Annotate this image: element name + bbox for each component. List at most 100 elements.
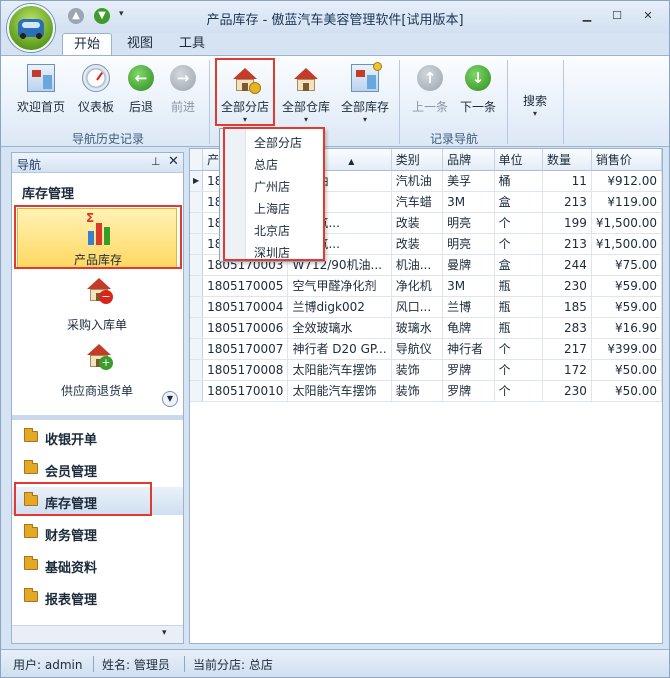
table-cell[interactable]: 11	[542, 170, 592, 192]
table-cell[interactable]: 改装	[391, 233, 444, 255]
table-cell[interactable]: 230	[542, 275, 592, 297]
column-header[interactable]: 数量	[542, 149, 592, 171]
table-cell[interactable]: 172	[542, 359, 592, 381]
all-branches-button[interactable]: 全部分店 ▾	[217, 60, 273, 126]
panel-splitter[interactable]	[12, 415, 183, 420]
table-cell[interactable]: 汽车蜡	[391, 191, 444, 213]
table-cell[interactable]: 龟牌	[442, 317, 495, 339]
table-cell[interactable]: 个	[494, 212, 543, 234]
category-cashier[interactable]: 收银开单	[12, 423, 183, 451]
table-cell[interactable]: ¥912.00	[591, 170, 662, 192]
scroll-down-icon[interactable]: ▼	[162, 391, 178, 407]
table-cell[interactable]: 空气甲醛净化剂	[287, 275, 392, 297]
table-row[interactable]: 1805170010 太阳能汽车摆饰 装饰 罗牌个 230 ¥50.00	[190, 380, 662, 402]
minimize-button[interactable]: ▁	[576, 7, 598, 25]
table-row[interactable]: 1805170007 神行者 D20 GP... 导航仪 神行者个 217 ¥399.00	[190, 338, 662, 360]
expand-icon[interactable]: ▾	[162, 628, 167, 638]
previous-record-button[interactable]: ↑ 上一条	[407, 60, 453, 126]
supplier-return-tool[interactable]: + 供应商退货单	[17, 340, 177, 400]
dropdown-item-head-store[interactable]: 总店	[220, 154, 324, 176]
table-cell[interactable]: ¥16.90	[591, 317, 662, 339]
column-header[interactable]: 品牌	[442, 149, 495, 171]
table-cell[interactable]: 瓶	[494, 296, 543, 318]
table-cell[interactable]: ¥1,500.00	[591, 212, 662, 234]
table-cell[interactable]: 罗牌	[442, 359, 495, 381]
table-cell[interactable]: 曼牌	[442, 254, 495, 276]
next-record-button[interactable]: ↓ 下一条	[455, 60, 501, 126]
column-header[interactable]: 单位	[494, 149, 543, 171]
table-cell[interactable]: 神行者	[442, 338, 495, 360]
product-inventory-tool[interactable]: Σ 产品库存	[17, 208, 177, 268]
table-cell[interactable]: ¥1,500.00	[591, 233, 662, 255]
table-cell[interactable]: 个	[494, 380, 543, 402]
table-cell[interactable]: 盒	[494, 191, 543, 213]
category-finance[interactable]: 财务管理	[12, 519, 183, 547]
table-cell[interactable]: 个	[494, 359, 543, 381]
table-cell[interactable]: 明亮	[442, 233, 495, 255]
table-cell[interactable]: 明亮	[442, 212, 495, 234]
table-cell[interactable]: 213	[542, 233, 592, 255]
tab-view[interactable]: 视图	[115, 33, 165, 55]
table-row[interactable]: 1805170006 全效玻璃水 玻璃水 龟牌瓶 283 ¥16.90	[190, 317, 662, 339]
table-cell[interactable]: 230	[542, 380, 592, 402]
table-cell[interactable]: ¥75.00	[591, 254, 662, 276]
table-cell[interactable]: 个	[494, 233, 543, 255]
table-cell[interactable]: ¥50.00	[591, 359, 662, 381]
category-basic-data[interactable]: 基础资料	[12, 551, 183, 579]
close-panel-icon[interactable]: ✕	[168, 154, 179, 169]
table-cell[interactable]: ¥399.00	[591, 338, 662, 360]
category-inventory[interactable]: 库存管理	[12, 487, 183, 515]
table-cell[interactable]: 3M	[442, 191, 495, 213]
dropdown-item-shanghai[interactable]: 上海店	[220, 198, 324, 220]
all-inventory-button[interactable]: 全部库存 ▾	[338, 60, 392, 126]
table-cell[interactable]: 玻璃水	[391, 317, 444, 339]
table-cell[interactable]: 全效玻璃水	[287, 317, 392, 339]
table-cell[interactable]: 装饰	[391, 380, 444, 402]
table-cell[interactable]: ¥59.00	[591, 296, 662, 318]
pin-icon[interactable]: ⊥	[151, 155, 161, 168]
table-cell[interactable]: 汽机油	[391, 170, 444, 192]
table-cell[interactable]: ¥50.00	[591, 380, 662, 402]
table-cell[interactable]: 185	[542, 296, 592, 318]
table-cell[interactable]: 机油...	[391, 254, 444, 276]
table-cell[interactable]: 净化机	[391, 275, 444, 297]
column-header[interactable]: 销售价	[591, 149, 662, 171]
table-cell[interactable]: 神行者 D20 GP...	[287, 338, 392, 360]
welcome-home-button[interactable]: 欢迎首页	[13, 60, 69, 126]
purchase-inbound-tool[interactable]: − 采购入库单	[17, 274, 177, 334]
table-cell[interactable]: 兰博	[442, 296, 495, 318]
table-cell[interactable]: 1805170008	[202, 359, 289, 381]
table-cell[interactable]: 兰博digk002	[287, 296, 392, 318]
table-cell[interactable]: 美孚	[442, 170, 495, 192]
table-cell[interactable]: 244	[542, 254, 592, 276]
category-reports[interactable]: 报表管理	[12, 583, 183, 611]
maximize-button[interactable]: ☐	[606, 7, 628, 25]
search-button[interactable]: 搜索 ▾	[513, 92, 557, 122]
dropdown-item-shenzhen[interactable]: 深圳店	[220, 242, 324, 264]
table-cell[interactable]: 风口...	[391, 296, 444, 318]
table-cell[interactable]: 1805170005	[202, 275, 289, 297]
table-cell[interactable]: 装饰	[391, 359, 444, 381]
dashboard-button[interactable]: 仪表板	[73, 60, 119, 126]
table-cell[interactable]: 桶	[494, 170, 543, 192]
dropdown-item-beijing[interactable]: 北京店	[220, 220, 324, 242]
dropdown-item-all-branches[interactable]: 全部分店	[220, 132, 324, 154]
tab-start[interactable]: 开始	[62, 33, 112, 55]
table-cell[interactable]: 1805170006	[202, 317, 289, 339]
table-cell[interactable]: ¥119.00	[591, 191, 662, 213]
table-row[interactable]: 1805170005 空气甲醛净化剂 净化机 3M 瓶 230 ¥59.00	[190, 275, 662, 297]
table-row[interactable]: 1805170004 兰博digk002 风口... 兰博瓶 185 ¥59.00	[190, 296, 662, 318]
table-cell[interactable]: 太阳能汽车摆饰	[287, 380, 392, 402]
table-cell[interactable]: 199	[542, 212, 592, 234]
table-cell[interactable]: 盒	[494, 254, 543, 276]
table-cell[interactable]: 3M	[442, 275, 495, 297]
table-cell[interactable]: 瓶	[494, 275, 543, 297]
table-cell[interactable]: 213	[542, 191, 592, 213]
table-cell[interactable]: 太阳能汽车摆饰	[287, 359, 392, 381]
table-row[interactable]: 1805170008 太阳能汽车摆饰 装饰 罗牌个 172 ¥50.00	[190, 359, 662, 381]
table-cell[interactable]: 个	[494, 338, 543, 360]
table-cell[interactable]: ¥59.00	[591, 275, 662, 297]
table-cell[interactable]: 1805170007	[202, 338, 289, 360]
back-button[interactable]: ← 后退	[123, 60, 159, 126]
table-cell[interactable]: 改装	[391, 212, 444, 234]
